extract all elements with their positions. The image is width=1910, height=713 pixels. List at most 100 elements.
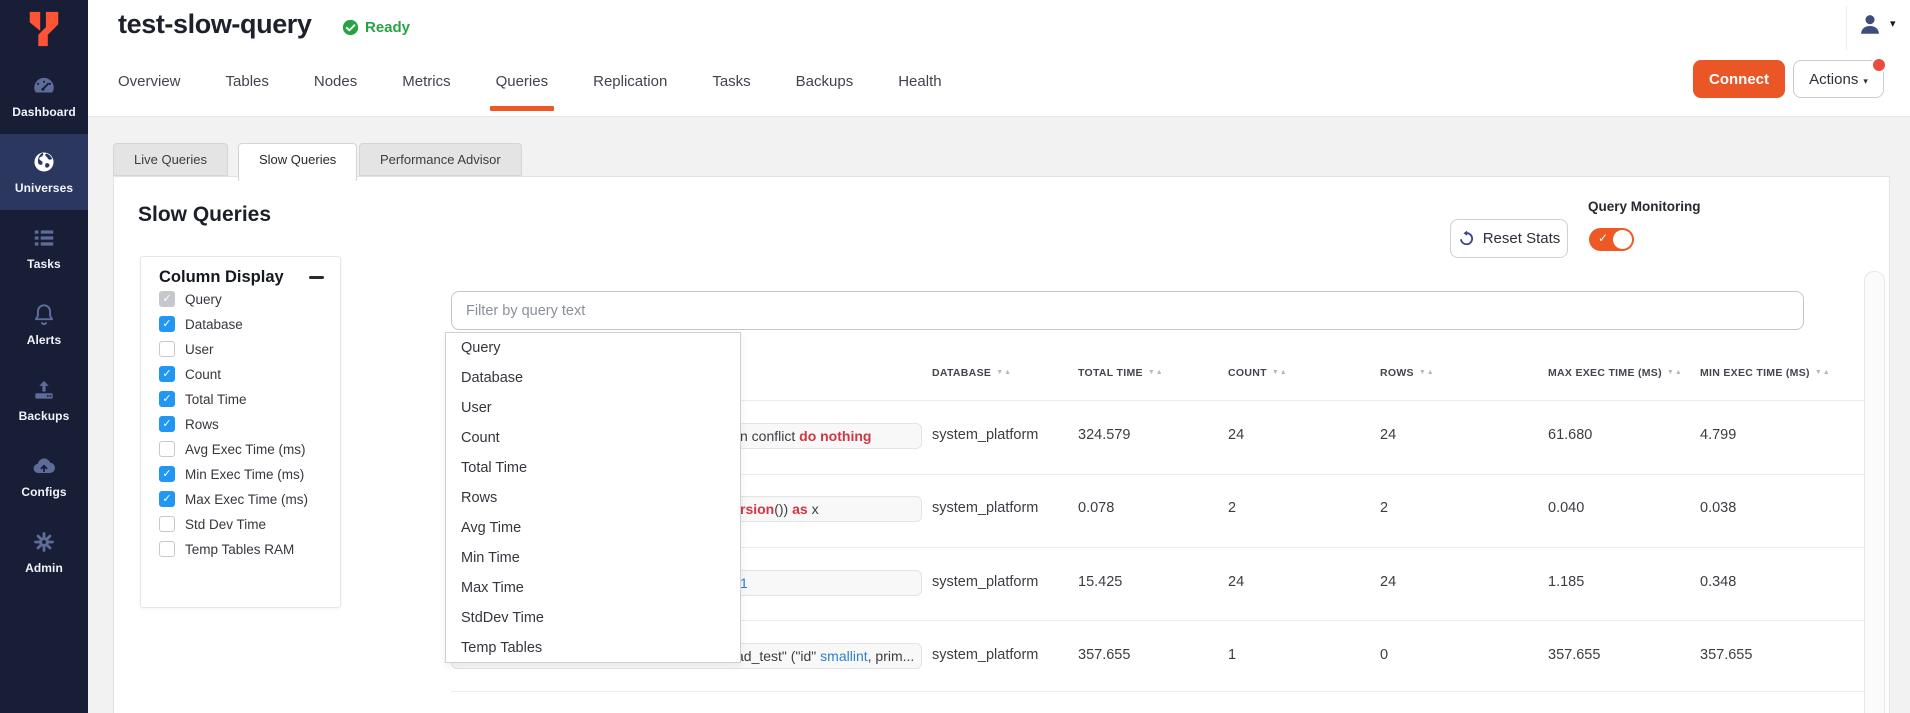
sort-icons[interactable]: ▼▲ [1815, 369, 1831, 376]
cell-rows: 0 [1380, 647, 1388, 663]
tab-health[interactable]: Health [898, 60, 941, 117]
check-circle-icon [342, 19, 359, 36]
column-header-total-time[interactable]: TOTAL TIME▼▲ [1078, 367, 1164, 379]
sort-icons[interactable]: ▼▲ [1419, 369, 1435, 376]
tab-tasks[interactable]: Tasks [712, 60, 750, 117]
tab-replication[interactable]: Replication [593, 60, 667, 117]
cell-min_exec_time_ms: 0.038 [1700, 500, 1736, 516]
sidebar-item-label: Universes [15, 181, 73, 195]
sidebar-item-backups[interactable]: Backups [0, 362, 88, 438]
query-monitoring-toggle[interactable]: ✓ [1589, 228, 1634, 251]
tab-queries[interactable]: Queries [496, 60, 549, 117]
column-option-rows[interactable]: ✓Rows [159, 416, 308, 432]
connect-button[interactable]: Connect [1693, 60, 1785, 98]
universe-nav-tabs: Overview Tables Nodes Metrics Queries Replica… [118, 60, 942, 117]
actions-label: Actions [1809, 71, 1858, 88]
checkbox[interactable] [159, 541, 175, 557]
dropdown-item-count[interactable]: Count [446, 423, 740, 453]
subtab-slow-queries[interactable]: Slow Queries [238, 143, 357, 181]
column-option-total-time[interactable]: ✓Total Time [159, 391, 308, 407]
column-header-label: MIN EXEC TIME (MS) [1700, 367, 1810, 379]
tab-nodes[interactable]: Nodes [314, 60, 357, 117]
checkbox[interactable]: ✓ [159, 366, 175, 382]
dropdown-item-database[interactable]: Database [446, 363, 740, 393]
dropdown-item-max-time[interactable]: Max Time [446, 573, 740, 603]
column-option-max-exec-time-ms-[interactable]: ✓Max Exec Time (ms) [159, 491, 308, 507]
column-header-rows[interactable]: ROWS▼▲ [1380, 367, 1435, 379]
sql-segment: smallint [820, 648, 867, 664]
cloud-icon [31, 453, 57, 479]
chevron-down-icon[interactable]: ▾ [1890, 17, 1896, 30]
cell-max_exec_time_ms: 0.040 [1548, 500, 1584, 516]
checkbox[interactable]: ✓ [159, 391, 175, 407]
checkbox[interactable]: ✓ [159, 416, 175, 432]
tab-overview[interactable]: Overview [118, 60, 181, 117]
yugabyte-logo[interactable] [0, 0, 88, 58]
query-monitoring-label: Query Monitoring [1588, 199, 1701, 214]
scrollbar[interactable] [1864, 271, 1885, 713]
checkbox[interactable]: ✓ [159, 316, 175, 332]
subtab-live-queries[interactable]: Live Queries [113, 143, 228, 176]
checkbox[interactable]: ✓ [159, 466, 175, 482]
sidebar-item-alerts[interactable]: Alerts [0, 286, 88, 362]
sidebar-item-label: Configs [21, 485, 66, 499]
reset-stats-button[interactable]: Reset Stats [1450, 219, 1568, 258]
cell-rows: 24 [1380, 574, 1396, 590]
tab-backups[interactable]: Backups [796, 60, 854, 117]
checkbox[interactable]: ✓ [159, 491, 175, 507]
dropdown-item-total-time[interactable]: Total Time [446, 453, 740, 483]
column-option-std-dev-time[interactable]: Std Dev Time [159, 516, 308, 532]
column-option-temp-tables-ram[interactable]: Temp Tables RAM [159, 541, 308, 557]
sort-icons[interactable]: ▼▲ [1667, 369, 1683, 376]
sql-segment: rsion [740, 501, 774, 517]
column-header-database[interactable]: DATABASE▼▲ [932, 367, 1012, 379]
user-avatar[interactable] [1857, 11, 1883, 37]
cell-database: system_platform [932, 574, 1038, 590]
dropdown-item-avg-time[interactable]: Avg Time [446, 513, 740, 543]
sidebar-item-tasks[interactable]: Tasks [0, 210, 88, 286]
list-icon [31, 225, 57, 251]
sort-icons[interactable]: ▼▲ [996, 369, 1012, 376]
column-header-max-exec-time-ms-[interactable]: MAX EXEC TIME (MS) ▼▲ [1548, 367, 1683, 379]
checkbox[interactable] [159, 341, 175, 357]
sidebar-item-label: Backups [19, 409, 70, 423]
column-option-min-exec-time-ms-[interactable]: ✓Min Exec Time (ms) [159, 466, 308, 482]
column-header-count[interactable]: COUNT▼▲ [1228, 367, 1288, 379]
dropdown-item-stddev-time[interactable]: StdDev Time [446, 603, 740, 633]
dropdown-item-query[interactable]: Query [446, 333, 740, 363]
subtab-performance-advisor[interactable]: Performance Advisor [359, 143, 522, 176]
checkbox[interactable] [159, 516, 175, 532]
checkbox-label: Temp Tables RAM [185, 542, 294, 557]
sidebar-item-universes[interactable]: Universes [0, 134, 88, 210]
column-header-min-exec-time-ms-[interactable]: MIN EXEC TIME (MS) ▼▲ [1700, 367, 1831, 379]
cell-min_exec_time_ms: 4.799 [1700, 427, 1736, 443]
sort-icons[interactable]: ▼▲ [1272, 369, 1288, 376]
checkbox[interactable]: ✓ [159, 291, 175, 307]
cell-max_exec_time_ms: 357.655 [1548, 647, 1600, 663]
sql-segment: x [808, 501, 819, 517]
dropdown-item-user[interactable]: User [446, 393, 740, 423]
collapse-minus-icon[interactable] [309, 276, 324, 279]
sql-segment: , prim... [868, 648, 915, 664]
column-option-count[interactable]: ✓Count [159, 366, 308, 382]
column-option-user[interactable]: User [159, 341, 308, 357]
sidebar-item-configs[interactable]: Configs [0, 438, 88, 514]
query-filter-input[interactable] [451, 291, 1804, 330]
cell-total_time: 15.425 [1078, 574, 1122, 590]
column-option-database[interactable]: ✓Database [159, 316, 308, 332]
tab-tables[interactable]: Tables [226, 60, 269, 117]
sidebar-item-admin[interactable]: Admin [0, 514, 88, 590]
column-option-query[interactable]: ✓Query [159, 291, 308, 307]
column-header-label: MAX EXEC TIME (MS) [1548, 367, 1662, 379]
sidebar-item-dashboard[interactable]: Dashboard [0, 58, 88, 134]
dropdown-item-min-time[interactable]: Min Time [446, 543, 740, 573]
sort-icons[interactable]: ▼▲ [1148, 369, 1164, 376]
dropdown-item-temp-tables[interactable]: Temp Tables [446, 633, 740, 663]
cell-database: system_platform [932, 427, 1038, 443]
tab-metrics[interactable]: Metrics [402, 60, 450, 117]
dropdown-item-rows[interactable]: Rows [446, 483, 740, 513]
sql-segment: ()) [774, 501, 792, 517]
cell-total_time: 324.579 [1078, 427, 1130, 443]
column-option-avg-exec-time-ms-[interactable]: Avg Exec Time (ms) [159, 441, 308, 457]
checkbox[interactable] [159, 441, 175, 457]
